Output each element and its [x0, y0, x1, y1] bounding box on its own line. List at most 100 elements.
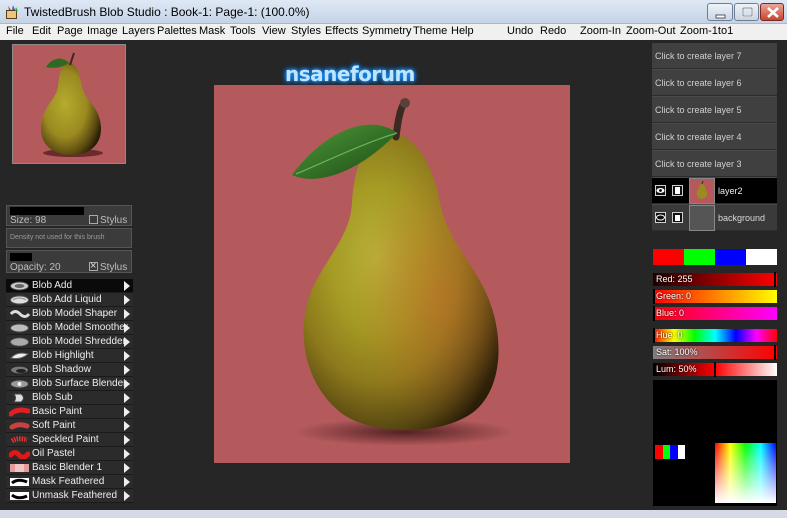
layer-lock-icon[interactable]: [672, 185, 683, 196]
opacity-stylus-toggle[interactable]: Stylus: [89, 260, 127, 273]
brush-unmask-feathered[interactable]: Unmask Feathered: [6, 489, 133, 503]
menu-help[interactable]: Help: [451, 25, 474, 37]
size-control[interactable]: Size: 98 Stylus: [6, 205, 132, 226]
create-layer-4-button[interactable]: Click to create layer 4: [652, 124, 777, 150]
menu-palettes[interactable]: Palettes: [157, 25, 197, 37]
maximize-button[interactable]: [734, 3, 759, 21]
layer-2-row[interactable]: layer2: [652, 178, 777, 204]
painting-canvas[interactable]: [214, 85, 570, 463]
create-layer-7-button[interactable]: Click to create layer 7: [652, 43, 777, 69]
opacity-slider-bar[interactable]: [10, 253, 32, 261]
menu-page[interactable]: Page: [57, 25, 83, 37]
create-layer-3-button[interactable]: Click to create layer 3: [652, 151, 777, 177]
swatch-blue[interactable]: [715, 249, 746, 265]
swatch-red[interactable]: [653, 249, 684, 265]
brush-blob-add-liquid[interactable]: Blob Add Liquid: [6, 293, 133, 307]
brush-speckled-paint[interactable]: Speckled Paint: [6, 433, 133, 447]
submenu-arrow-icon[interactable]: [124, 365, 130, 375]
brush-blob-model-smoother[interactable]: Blob Model Smoother: [6, 321, 133, 335]
app-icon: [6, 5, 18, 19]
green-slider[interactable]: Green: 0: [653, 289, 777, 304]
red-slider-knob[interactable]: [774, 272, 776, 287]
submenu-arrow-icon[interactable]: [124, 281, 130, 291]
menu-effects[interactable]: Effects: [325, 25, 358, 37]
brush-mask-feathered[interactable]: Mask Feathered: [6, 475, 133, 489]
blob-shadow-icon: [10, 365, 29, 375]
layer-label: Click to create layer 4: [655, 132, 742, 142]
blue-slider[interactable]: Blue: 0: [653, 306, 777, 321]
menu-mask[interactable]: Mask: [199, 25, 225, 37]
menu-view[interactable]: View: [262, 25, 286, 37]
close-icon: [767, 7, 779, 18]
brush-oil-pastel[interactable]: Oil Pastel: [6, 447, 133, 461]
brush-blob-sub[interactable]: Blob Sub: [6, 391, 133, 405]
menu-edit[interactable]: Edit: [32, 25, 51, 37]
submenu-arrow-icon[interactable]: [124, 491, 130, 501]
submenu-arrow-icon[interactable]: [124, 337, 130, 347]
submenu-arrow-icon[interactable]: [124, 379, 130, 389]
submenu-arrow-icon[interactable]: [124, 407, 130, 417]
submenu-arrow-icon[interactable]: [124, 421, 130, 431]
saturation-slider-knob[interactable]: [774, 345, 776, 360]
brush-basic-blender-1[interactable]: Basic Blender 1: [6, 461, 133, 475]
size-stylus-toggle[interactable]: Stylus: [89, 215, 127, 226]
luminance-slider-knob[interactable]: [714, 362, 716, 377]
color-field[interactable]: [715, 443, 776, 503]
blob-highlight-icon: [10, 352, 30, 359]
brush-blob-surface-blender[interactable]: Blob Surface Blender: [6, 377, 133, 391]
size-stylus-checkbox[interactable]: [89, 215, 98, 224]
page-thumbnail[interactable]: [12, 44, 126, 164]
menu-theme[interactable]: Theme: [413, 25, 447, 37]
create-layer-6-button[interactable]: Click to create layer 6: [652, 70, 777, 96]
hue-slider[interactable]: Hue: 0: [653, 328, 777, 343]
submenu-arrow-icon[interactable]: [124, 463, 130, 473]
saturation-slider[interactable]: Sat: 100%: [653, 345, 777, 360]
brush-blob-shadow[interactable]: Blob Shadow: [6, 363, 133, 377]
brush-blob-add[interactable]: Blob Add: [6, 279, 133, 293]
submenu-arrow-icon[interactable]: [124, 393, 130, 403]
menu-tools[interactable]: Tools: [230, 25, 256, 37]
menu-image[interactable]: Image: [87, 25, 118, 37]
minimize-button[interactable]: [707, 3, 733, 21]
menu-layers[interactable]: Layers: [122, 25, 155, 37]
luminance-slider[interactable]: Lum: 50%: [653, 362, 777, 377]
opacity-control[interactable]: Opacity: 20 Stylus: [6, 250, 132, 273]
submenu-arrow-icon[interactable]: [124, 295, 130, 305]
red-slider[interactable]: Red: 255: [653, 272, 777, 287]
green-slider-knob[interactable]: [653, 289, 655, 304]
zoom-1to1-button[interactable]: Zoom-1to1: [680, 25, 733, 37]
submenu-arrow-icon[interactable]: [124, 449, 130, 459]
brush-label: Blob Add: [32, 280, 73, 291]
layer-lock-icon[interactable]: [672, 212, 683, 223]
redo-button[interactable]: Redo: [540, 25, 566, 37]
hue-slider-knob[interactable]: [653, 328, 655, 343]
menu-file[interactable]: File: [6, 25, 24, 37]
visibility-eye-icon[interactable]: [655, 212, 666, 223]
submenu-arrow-icon[interactable]: [124, 309, 130, 319]
zoom-out-button[interactable]: Zoom-Out: [626, 25, 676, 37]
close-button[interactable]: [760, 3, 784, 21]
brush-blob-model-shaper[interactable]: Blob Model Shaper: [6, 307, 133, 321]
submenu-arrow-icon[interactable]: [124, 435, 130, 445]
submenu-arrow-icon[interactable]: [124, 477, 130, 487]
submenu-arrow-icon[interactable]: [124, 351, 130, 361]
blue-slider-knob[interactable]: [653, 306, 655, 321]
opacity-stylus-checkbox[interactable]: [89, 260, 98, 272]
brush-basic-paint[interactable]: Basic Paint: [6, 405, 133, 419]
submenu-arrow-icon[interactable]: [124, 323, 130, 333]
visibility-eye-icon[interactable]: [655, 185, 666, 196]
undo-button[interactable]: Undo: [507, 25, 533, 37]
brush-blob-model-shredder[interactable]: Blob Model Shredder: [6, 335, 133, 349]
blob-sub-icon: [13, 393, 24, 403]
background-layer-row[interactable]: background: [652, 205, 777, 231]
menu-symmetry[interactable]: Symmetry: [362, 25, 412, 37]
brush-soft-paint[interactable]: Soft Paint: [6, 419, 133, 433]
swatch-green[interactable]: [684, 249, 715, 265]
color-picker[interactable]: [653, 380, 777, 506]
swatch-white[interactable]: [746, 249, 777, 265]
zoom-in-button[interactable]: Zoom-In: [580, 25, 621, 37]
size-slider-bar[interactable]: [10, 207, 84, 215]
menu-styles[interactable]: Styles: [291, 25, 321, 37]
brush-blob-highlight[interactable]: Blob Highlight: [6, 349, 133, 363]
create-layer-5-button[interactable]: Click to create layer 5: [652, 97, 777, 123]
